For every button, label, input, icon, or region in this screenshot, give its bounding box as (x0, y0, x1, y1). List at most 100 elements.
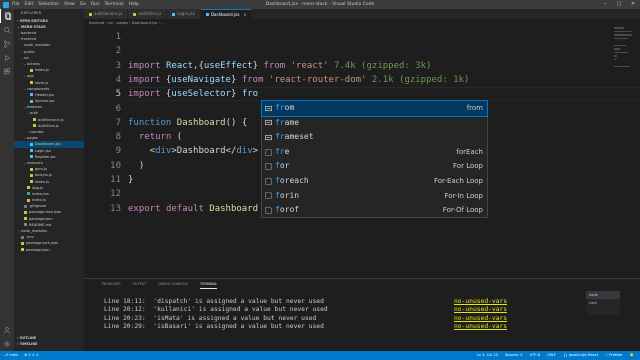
suggestion-label: frame (275, 116, 299, 131)
status-right-item[interactable]: ✓ Prettier (605, 351, 622, 360)
code-line: 2 (84, 44, 128, 58)
menu-bar: File Edit Selection View Go Run Terminal Help (12, 2, 139, 7)
terminal-item-node[interactable]: node (586, 291, 620, 299)
warning-message: 'isBasari' is assigned a value but never… (153, 323, 324, 330)
warning-message: 'kullanici' is assigned a value but neve… (153, 306, 328, 313)
code-text: import {useNavigate} from 'react-router-… (128, 74, 470, 85)
minimap[interactable] (614, 27, 634, 87)
suggestion-detail: from (466, 104, 483, 112)
file-icon (33, 124, 36, 128)
code-line: 12 (84, 187, 128, 201)
warning-location: Line 20:12: (104, 306, 146, 313)
menu-item-help[interactable]: Help (129, 2, 139, 7)
file-icon (30, 149, 33, 153)
warning-message: 'dispatch' is assigned a value but never… (153, 297, 324, 305)
status-right-item[interactable]: Ln 5, Col 25 (477, 351, 498, 360)
suggestion-detail: For Loop (453, 162, 483, 171)
suggestion-item[interactable]: frame (262, 116, 487, 131)
maximize-icon[interactable]: ▢ (612, 0, 626, 9)
suggestion-item[interactable]: for For Loop (262, 159, 487, 174)
code-line: 7 function Dashboard() { (84, 116, 248, 130)
suggestion-item[interactable]: from from (261, 100, 488, 117)
tree-file[interactable]: package.json (14, 247, 84, 253)
eslint-rule-link[interactable]: no-unused-vars (454, 306, 507, 315)
suggestion-label: frameset (275, 130, 314, 145)
warning-location: Line 20:29: (104, 323, 146, 330)
menu-item-file[interactable]: File (12, 2, 20, 7)
timeline-label: TIMELINE (19, 342, 38, 346)
file-icon (30, 99, 33, 103)
file-icon (27, 198, 30, 202)
menu-item-edit[interactable]: Edit (25, 2, 34, 7)
keyword-icon (264, 133, 272, 141)
tab-label: authSlice.js (138, 11, 162, 16)
tree-item-label: index.js (35, 68, 49, 73)
code-text: function Dashboard() { (128, 117, 248, 128)
suggestion-label: for (275, 159, 289, 174)
project-label: MERN-STACK (21, 25, 46, 29)
eslint-rule-link[interactable]: no-unused-vars (454, 323, 507, 332)
suggestion-item[interactable]: fre forEach (262, 145, 487, 160)
code-line: 8 return ( (84, 130, 183, 144)
tab-label: authService.js (94, 11, 123, 16)
suggestion-item[interactable]: foreach For-Each Loop (262, 174, 487, 189)
panel-tab-output[interactable]: OUTPUT (133, 279, 147, 289)
terminal-output[interactable]: Line 18:11: 'dispatch' is assigned a val… (84, 289, 640, 332)
account-icon[interactable] (0, 323, 14, 337)
status-left-item[interactable]: ⊗ 0 ⚠ 0 (24, 351, 38, 360)
extensions-icon[interactable] (0, 65, 14, 79)
minimize-icon[interactable]: – (598, 0, 612, 9)
suggestion-label: fre (275, 145, 289, 160)
file-icon (27, 186, 30, 190)
eslint-rule-link[interactable]: no-unused-vars (454, 315, 507, 324)
explorer-icon[interactable] (0, 9, 14, 23)
code-line: 6 (84, 102, 128, 116)
status-right-item[interactable]: CRLF (547, 351, 556, 360)
code-text: return ( (138, 132, 183, 143)
tab-login-jsx[interactable]: Login.jsx (167, 9, 201, 19)
status-right-item[interactable]: Spaces: 2 (505, 351, 522, 360)
panel-tab-terminal[interactable]: TERMINAL (200, 279, 218, 289)
menu-item-terminal[interactable]: Terminal (105, 2, 124, 7)
settings-gear-icon[interactable] (0, 337, 14, 351)
run-debug-icon[interactable] (0, 51, 14, 65)
file-icon (27, 192, 30, 196)
panel-tabs: PROBLEMS OUTPUT DEBUG CONSOLE TERMINAL (84, 279, 640, 289)
terminal-line: Line 18:11: 'dispatch' is assigned a val… (84, 298, 640, 307)
search-icon[interactable] (0, 23, 14, 37)
source-control-icon[interactable] (0, 37, 14, 51)
tab-dashboard-jsx[interactable]: Dashboard.jsx ✕ (200, 9, 253, 20)
close-icon[interactable]: ✕ (626, 0, 640, 9)
status-right-item[interactable]: {} JavaScript React (563, 351, 598, 360)
terminal-item-cmd[interactable]: cmd (586, 299, 620, 307)
tab-authslice-js[interactable]: authSlice.js (128, 9, 168, 19)
file-tree: › backend ⌄ frontend › node_modules › public ⌄ sr… (14, 30, 84, 253)
tab-authservice-js[interactable]: authService.js (84, 9, 129, 19)
file-icon (30, 68, 33, 72)
menu-item-view[interactable]: View (64, 2, 75, 7)
status-right-item[interactable]: UTF-8 (530, 351, 540, 360)
status-left-item[interactable]: ⎇ main (4, 351, 18, 360)
line-number: 11 (110, 175, 121, 185)
menu-item-selection[interactable]: Selection (38, 2, 59, 7)
menu-item-go[interactable]: Go (80, 2, 86, 7)
status-right-item[interactable]: 🔔 (630, 351, 634, 360)
file-icon (24, 211, 27, 215)
breadcrumb[interactable]: frontend › src › pages › Dashboard.jsx ›… (84, 19, 640, 27)
suggestion-rest: ame (284, 117, 300, 127)
panel-tab-debug-console[interactable]: DEBUG CONSOLE (158, 279, 188, 289)
snippet-icon (264, 177, 272, 185)
file-icon (205, 13, 209, 16)
suggestion-item[interactable]: forof For-Of Loop (262, 203, 487, 218)
close-tab-icon[interactable]: ✕ (244, 10, 247, 20)
panel-tab-problems[interactable]: PROBLEMS (102, 279, 121, 289)
suggestion-item[interactable]: frameset (262, 130, 487, 145)
menu-item-run[interactable]: Run (91, 2, 100, 7)
eslint-rule-link[interactable]: no-unused-vars (454, 298, 507, 307)
suggestion-item[interactable]: forin For-In Loop (262, 189, 487, 204)
timeline-section[interactable]: › TIMELINE (14, 341, 84, 347)
line-number: 12 (110, 189, 121, 200)
code-text: export default Dashboard (128, 203, 259, 214)
file-icon (21, 241, 24, 245)
